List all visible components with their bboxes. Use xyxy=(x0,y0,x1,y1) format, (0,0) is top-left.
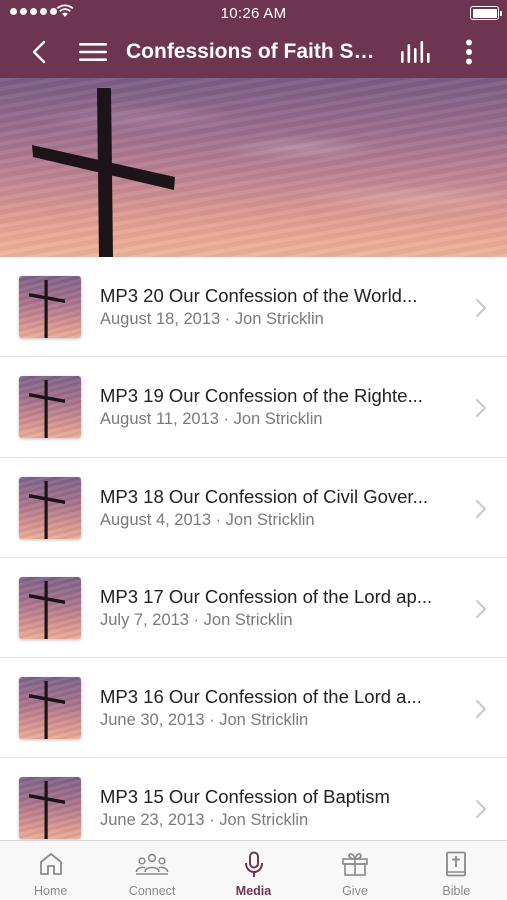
sermon-row[interactable]: MP3 20 Our Confession of the World... Au… xyxy=(0,257,507,358)
home-icon xyxy=(39,853,62,875)
chevron-right-icon xyxy=(476,800,486,819)
sermon-thumbnail xyxy=(19,576,81,639)
now-playing-button[interactable] xyxy=(398,26,432,78)
sermon-title: MP3 19 Our Confession of the Righte... xyxy=(100,385,423,407)
sermon-date-speaker: June 30, 2013 · Jon Stricklin xyxy=(100,711,309,730)
chevron-left-icon xyxy=(32,40,46,64)
sermon-title: MP3 18 Our Confession of Civil Gover... xyxy=(100,485,428,507)
sermon-row[interactable]: MP3 17 Our Confession of the Lord ap... … xyxy=(0,558,507,659)
sermon-date-speaker: August 11, 2013 · Jon Stricklin xyxy=(100,410,323,429)
app-header: 10:26 AM Confessions of Faith Ser... xyxy=(0,0,507,78)
sermon-title: MP3 15 Our Confession of Baptism xyxy=(100,786,390,808)
page-title: Confessions of Faith Ser... xyxy=(126,40,386,63)
chevron-right-icon xyxy=(476,599,486,618)
tab-media[interactable]: Media xyxy=(203,841,304,900)
sermon-title: MP3 16 Our Confession of the Lord a... xyxy=(100,686,422,708)
sermon-row[interactable]: MP3 16 Our Confession of the Lord a... J… xyxy=(0,658,507,759)
series-banner-image xyxy=(0,78,507,257)
chevron-right-icon xyxy=(476,399,486,418)
chevron-right-icon xyxy=(476,499,486,518)
sermon-thumbnail xyxy=(19,376,81,439)
sermon-date-speaker: July 7, 2013 · Jon Stricklin xyxy=(100,610,293,629)
sermon-title: MP3 17 Our Confession of the Lord ap... xyxy=(100,585,433,607)
more-vertical-icon xyxy=(466,39,472,65)
audio-bars-icon xyxy=(401,41,430,63)
chevron-right-icon xyxy=(476,700,486,719)
hamburger-menu-icon xyxy=(79,43,107,61)
sermon-thumbnail xyxy=(19,677,81,740)
tab-label: Home xyxy=(34,884,68,898)
sermon-row[interactable]: MP3 15 Our Confession of Baptism June 23… xyxy=(0,758,507,840)
tab-label: Give xyxy=(342,884,368,898)
sermon-title: MP3 20 Our Confession of the World... xyxy=(100,285,418,306)
status-time: 10:26 AM xyxy=(220,5,287,22)
sermon-date-speaker: June 23, 2013 · Jon Stricklin xyxy=(100,811,309,830)
sermon-thumbnail xyxy=(19,276,81,338)
more-options-button[interactable] xyxy=(454,26,484,78)
tab-give[interactable]: Give xyxy=(304,841,405,900)
people-icon xyxy=(135,853,169,875)
sermon-list: MP3 20 Our Confession of the World... Au… xyxy=(0,257,507,840)
bottom-tab-bar: Home Connect Media Give Bible xyxy=(0,840,507,900)
sermon-row[interactable]: MP3 18 Our Confession of Civil Gover... … xyxy=(0,458,507,558)
tab-label: Connect xyxy=(128,884,176,898)
status-bar: 10:26 AM xyxy=(0,0,507,26)
tab-home[interactable]: Home xyxy=(0,841,101,900)
cross-silhouette xyxy=(32,88,175,257)
sermon-date-speaker: August 4, 2013 · Jon Stricklin xyxy=(100,510,315,529)
chevron-right-icon xyxy=(476,299,486,317)
sermon-thumbnail xyxy=(19,476,81,539)
tab-connect[interactable]: Connect xyxy=(101,841,202,900)
back-button[interactable] xyxy=(24,26,54,78)
menu-button[interactable] xyxy=(76,26,110,78)
tab-label: Media xyxy=(235,884,272,898)
sermon-row[interactable]: MP3 19 Our Confession of the Righte... A… xyxy=(0,357,507,458)
sermon-date-speaker: August 18, 2013 · Jon Stricklin xyxy=(100,310,324,328)
tab-label: Bible xyxy=(442,884,471,898)
bible-icon xyxy=(446,851,467,877)
navigation-bar: Confessions of Faith Ser... xyxy=(0,26,507,78)
battery-icon xyxy=(470,6,502,20)
microphone-icon xyxy=(244,851,263,877)
tab-bible[interactable]: Bible xyxy=(406,841,507,900)
gift-icon xyxy=(342,853,368,876)
sermon-thumbnail xyxy=(19,777,81,840)
